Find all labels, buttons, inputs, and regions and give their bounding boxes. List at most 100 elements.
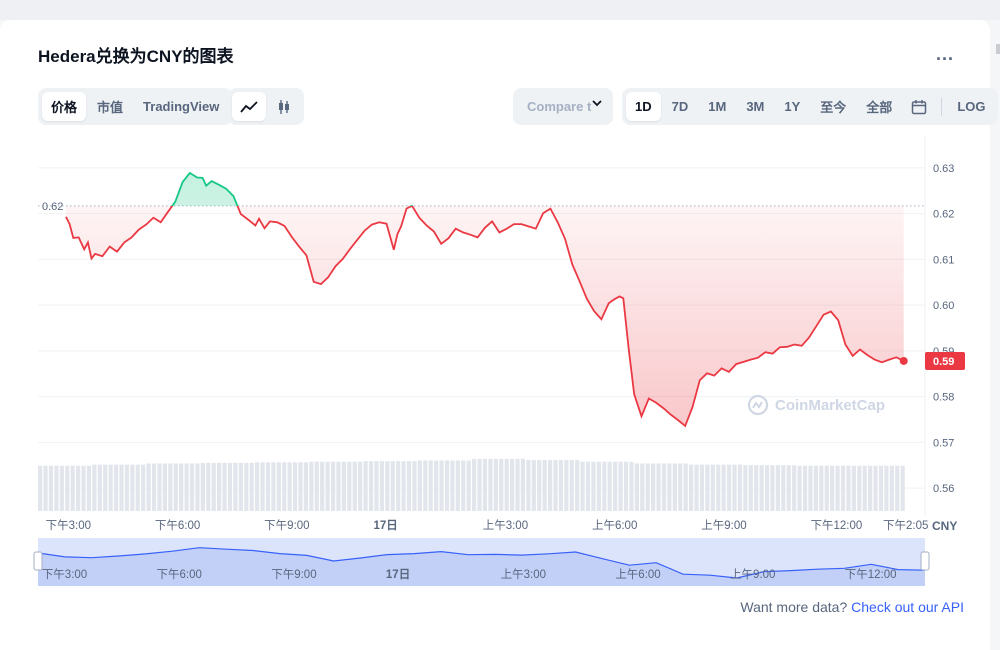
reference-label: 0.62 [42, 201, 63, 213]
volume-bar [499, 458, 504, 511]
price-area-down [66, 205, 904, 426]
volume-bar [92, 464, 97, 511]
volume-bar [211, 462, 216, 511]
volume-bar [184, 463, 189, 511]
volume-bar [368, 461, 374, 511]
volume-bar [645, 463, 650, 511]
volume-bar [282, 462, 287, 511]
volume-bar [249, 462, 254, 511]
volume-bar [585, 461, 591, 511]
volume-bar [157, 463, 162, 511]
currency-label: CNY [932, 519, 957, 533]
volume-bar [678, 463, 683, 511]
x-axis: 下午3:00 下午6:00 下午9:00 17日 上午3:00 上午6:00 上午9:00 下… [46, 519, 958, 533]
volume-bar [895, 465, 900, 511]
volume-bar [113, 464, 119, 511]
x-tick-label: 下午12:00 [811, 519, 863, 532]
volume-bar [298, 462, 303, 511]
volume-bar [748, 465, 753, 511]
navigator-tick-label: 17日 [386, 568, 410, 581]
volume-bar [59, 465, 64, 511]
volume-bar [325, 461, 330, 511]
x-tick-label: 下午3:00 [46, 519, 91, 532]
volume-bar [450, 460, 455, 511]
volume-bar [851, 465, 856, 511]
volume-bar [385, 461, 390, 511]
volume-bar [520, 458, 526, 511]
volume-bar [591, 461, 596, 511]
coinmarketcap-logo-icon [747, 394, 769, 416]
volume-bar [482, 458, 488, 511]
x-tick-label: 17日 [373, 519, 397, 532]
volume-bar [732, 464, 737, 511]
volume-bar [721, 464, 726, 511]
navigator-handle[interactable] [920, 551, 930, 571]
volume-bar [726, 464, 732, 511]
volume-bar [602, 461, 607, 511]
volume-bar [168, 463, 173, 511]
volume-bar [754, 465, 759, 511]
volume-bar [428, 460, 433, 511]
volume-bar [509, 458, 515, 511]
current-price-dot [899, 356, 908, 365]
footer-text: Want more data? [740, 599, 852, 615]
volume-bar [43, 465, 48, 511]
x-tick-label: 下午2:05 [883, 519, 928, 532]
watermark-text: CoinMarketCap [775, 396, 886, 414]
volume-bar [363, 461, 368, 511]
volume-bar [244, 462, 249, 511]
watermark: CoinMarketCap [747, 394, 885, 416]
volume-bar [444, 460, 450, 511]
volume-bar [830, 465, 835, 511]
volume-bar [461, 460, 466, 511]
volume-bar [412, 461, 417, 511]
navigator-handle[interactable] [33, 551, 43, 571]
y-tick-label: 0.63 [933, 163, 954, 175]
volume-bar [873, 465, 878, 511]
volume-bar [689, 464, 694, 511]
api-link[interactable]: Check out our API [851, 599, 964, 615]
volume-bar [434, 460, 439, 511]
navigator-tick-label: 上午9:00 [730, 568, 775, 581]
volume-bar [347, 461, 352, 511]
volume-bar [179, 463, 184, 511]
volume-bar [884, 465, 889, 511]
volume-bar [130, 464, 135, 511]
y-tick-label: 0.60 [933, 300, 954, 312]
volume-bar [97, 464, 102, 511]
y-tick-label: 0.57 [933, 437, 954, 449]
volume-bar [868, 465, 873, 511]
volume-bar [352, 461, 357, 511]
volume-bar [802, 465, 808, 511]
volume-bar [390, 461, 395, 511]
volume-bar [48, 465, 54, 511]
volume-bar [455, 460, 460, 511]
x-tick-label: 下午9:00 [264, 519, 309, 532]
volume-bar [640, 463, 645, 511]
volume-bar [667, 463, 672, 511]
range-navigator[interactable]: 下午3:00 下午6:00 下午9:00 17日 上午3:00 上午6:00 上午9:00 下… [33, 538, 930, 586]
volume-bar [623, 461, 629, 511]
volume-bar [271, 462, 276, 511]
volume-bar [292, 462, 298, 511]
volume-bar [320, 461, 325, 511]
volume-bar [656, 463, 661, 511]
price-chart: 0.62 0.630.620.610.600.590.580.570.560.5… [33, 135, 965, 586]
volume-bar [336, 461, 341, 511]
volume-bar [108, 464, 113, 511]
volume-bar [477, 458, 482, 511]
volume-bar [119, 464, 124, 511]
volume-bar [86, 465, 92, 511]
volume-bar [222, 462, 227, 511]
volume-bar [824, 465, 829, 511]
volume-bar [547, 459, 553, 511]
volume-bar [135, 464, 140, 511]
volume-bar [493, 458, 498, 511]
x-tick-label: 下午6:00 [155, 519, 200, 532]
volume-bar [846, 465, 851, 511]
volume-bar [683, 463, 688, 511]
volume-bar [238, 462, 243, 511]
volume-bar [564, 459, 569, 511]
volume-bar [618, 461, 623, 511]
volume-bar [151, 463, 157, 511]
